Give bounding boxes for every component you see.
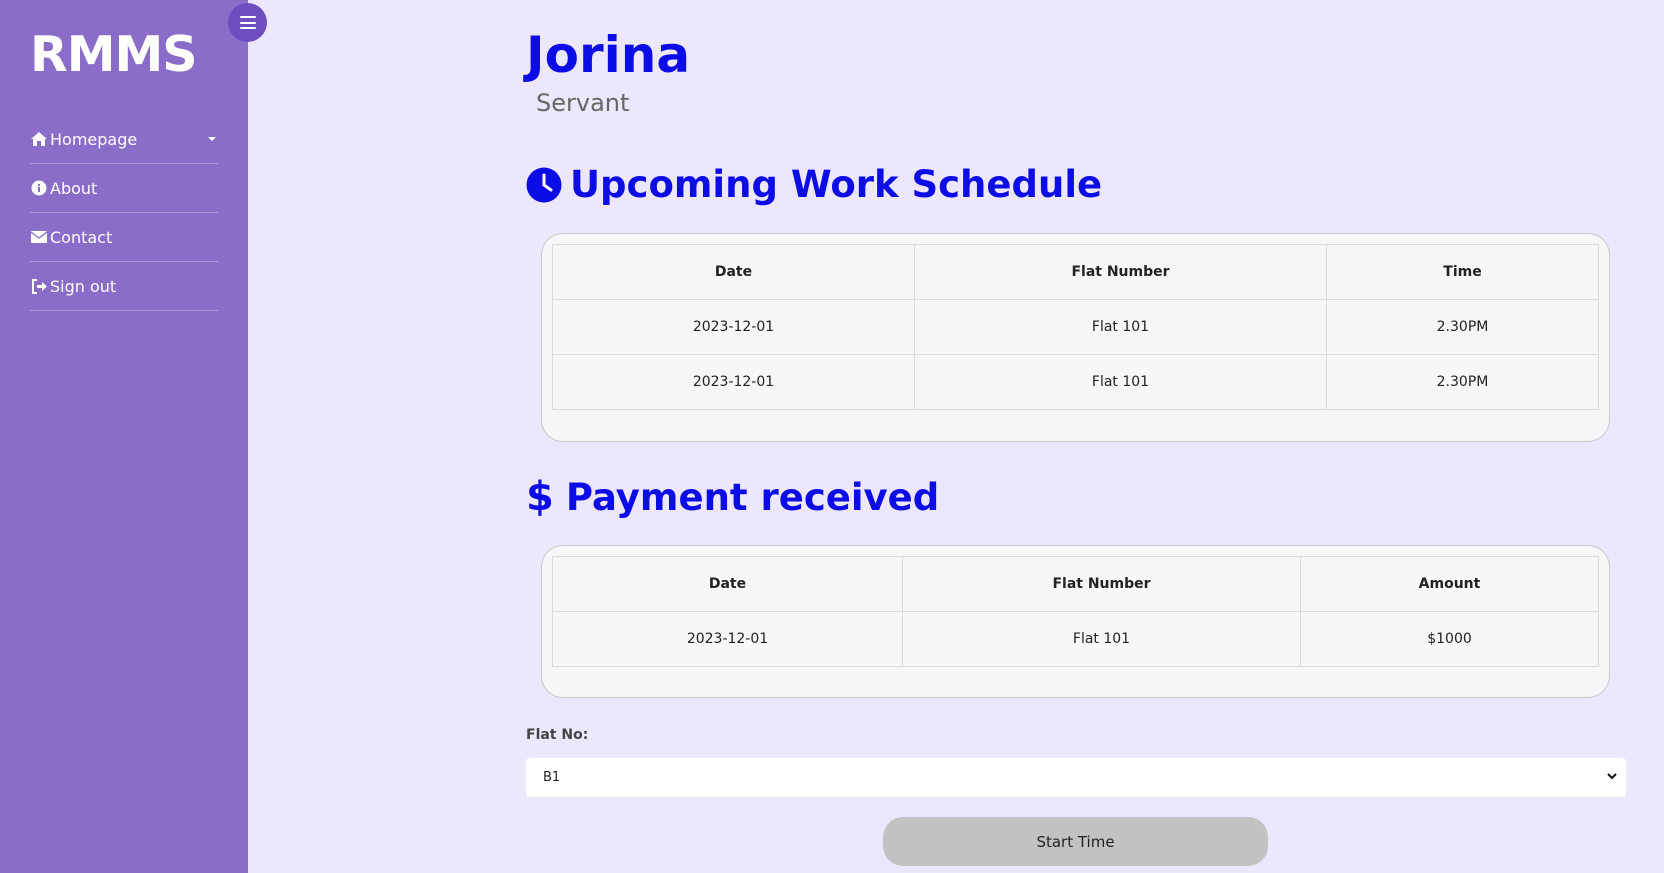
envelope-icon — [30, 228, 48, 246]
start-time-button[interactable]: Start Time — [883, 817, 1268, 866]
table-cell: Flat 101 — [914, 299, 1327, 355]
schedule-table: Date Flat Number Time 2023-12-01 Flat 10… — [552, 244, 1599, 410]
flat-no-label: Flat No: — [526, 727, 589, 743]
hamburger-icon — [239, 16, 256, 29]
table-row: 2023-12-01 Flat 101 2.30PM — [552, 299, 1599, 355]
clock-icon — [526, 167, 562, 203]
flat-no-select[interactable]: B1 — [526, 758, 1626, 797]
table-cell: 2.30PM — [1326, 354, 1599, 410]
schedule-title: Upcoming Work Schedule — [526, 166, 1102, 203]
table-header-row: Date Flat Number Time — [552, 244, 1599, 300]
table-header-row: Date Flat Number Amount — [552, 556, 1599, 612]
schedule-title-text: Upcoming Work Schedule — [570, 163, 1103, 206]
table-cell: 2.30PM — [1326, 299, 1599, 355]
profile-role: Servant — [536, 89, 630, 117]
column-header: Time — [1326, 244, 1599, 300]
payment-title-text: Payment received — [565, 475, 940, 519]
column-header: Amount — [1300, 556, 1599, 612]
table-cell: 2023-12-01 — [552, 354, 915, 410]
chevron-down-icon — [1606, 770, 1618, 786]
column-header: Flat Number — [902, 556, 1301, 612]
sidebar-nav: Homepage About Contact Sign out — [30, 115, 218, 311]
sidebar: RMMS Homepage About Contact Sign out — [0, 0, 248, 873]
sidebar-item-label: Contact — [50, 227, 113, 247]
payment-title: $ Payment received — [526, 477, 939, 517]
column-header: Date — [552, 244, 915, 300]
dollar-icon: $ — [526, 474, 554, 520]
column-header: Date — [552, 556, 903, 612]
sidebar-item-contact[interactable]: Contact — [30, 213, 218, 262]
table-cell: Flat 101 — [902, 611, 1301, 667]
app-logo: RMMS — [30, 26, 198, 83]
sidebar-item-about[interactable]: About — [30, 164, 218, 213]
home-icon — [30, 130, 48, 148]
payment-card: Date Flat Number Amount 2023-12-01 Flat … — [541, 545, 1610, 698]
column-header: Flat Number — [914, 244, 1327, 300]
chevron-down-icon — [208, 137, 216, 141]
payment-table: Date Flat Number Amount 2023-12-01 Flat … — [552, 556, 1599, 667]
sign-out-icon — [30, 277, 48, 295]
profile-name: Jorina — [526, 26, 691, 84]
table-cell: $1000 — [1300, 611, 1599, 667]
sidebar-item-label: Homepage — [50, 129, 138, 149]
table-row: 2023-12-01 Flat 101 2.30PM — [552, 354, 1599, 410]
table-cell: 2023-12-01 — [552, 299, 915, 355]
sidebar-item-label: Sign out — [50, 276, 117, 296]
table-cell: Flat 101 — [914, 354, 1327, 410]
sidebar-item-homepage[interactable]: Homepage — [30, 115, 218, 164]
table-cell: 2023-12-01 — [552, 611, 903, 667]
info-icon — [30, 179, 48, 197]
sidebar-toggle-button[interactable] — [228, 3, 267, 42]
table-row: 2023-12-01 Flat 101 $1000 — [552, 611, 1599, 667]
schedule-card: Date Flat Number Time 2023-12-01 Flat 10… — [541, 233, 1610, 442]
sidebar-item-label: About — [50, 178, 98, 198]
flat-no-selected-value: B1 — [543, 770, 561, 785]
sidebar-item-sign-out[interactable]: Sign out — [30, 262, 218, 311]
